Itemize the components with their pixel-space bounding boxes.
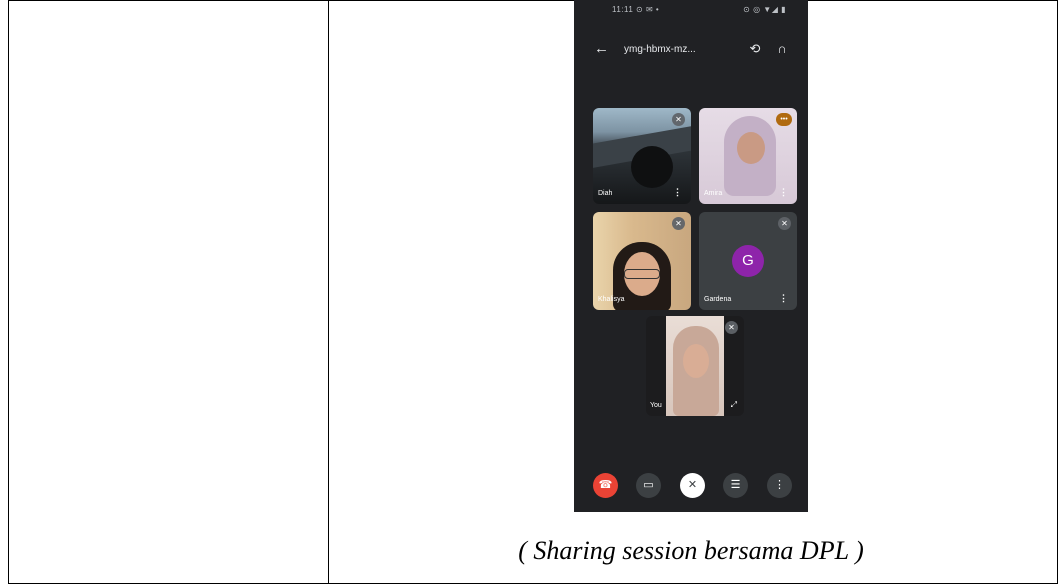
headphones-icon[interactable]: ∩ — [773, 40, 791, 58]
participant-name: You — [650, 402, 662, 409]
speaking-indicator-icon: ••• — [776, 113, 792, 126]
participant-tile[interactable]: ••• Amira ⋮ — [699, 108, 797, 204]
participant-silhouette — [631, 146, 673, 188]
participant-name: Khalisya — [598, 296, 625, 303]
mic-off-icon: ✕ — [778, 217, 791, 230]
participant-name: Diah — [598, 190, 613, 197]
participant-tile[interactable]: ✕ Diah ⋮ — [593, 108, 691, 204]
meeting-top-bar: ← ymg-hbmx-mz... ⟲ ∩ — [574, 36, 808, 64]
participant-face — [683, 344, 709, 378]
phone-screenshot: 11:11 ⊙ ✉ • ⊙ ◎ ▼◢ ▮ ← ymg-hbmx-mz... ⟲ … — [574, 0, 808, 512]
status-bar: 11:11 ⊙ ✉ • ⊙ ◎ ▼◢ ▮ — [574, 0, 808, 20]
self-view-tile[interactable]: ✕ You ⤢ — [646, 316, 744, 416]
more-options-icon[interactable]: ⋮ — [767, 473, 792, 498]
meeting-code[interactable]: ymg-hbmx-mz... — [624, 44, 696, 55]
call-controls: ☎ ▭ ✕ ☰ ⋮ — [574, 473, 808, 499]
figure-caption: ( Sharing session bersama DPL ) — [518, 536, 864, 565]
participant-tile[interactable]: G ✕ Gardena ⋮ — [699, 212, 797, 310]
mic-off-icon[interactable]: ✕ — [680, 473, 705, 498]
status-icons: ⊙ ◎ ▼◢ ▮ — [743, 5, 786, 14]
participant-name: Gardena — [704, 296, 732, 303]
end-call-icon[interactable]: ☎ — [593, 473, 618, 498]
document-table — [8, 0, 1058, 584]
mic-off-icon: ✕ — [725, 321, 738, 334]
participant-avatar: G — [732, 245, 764, 277]
captions-icon[interactable]: ☰ — [723, 473, 748, 498]
table-cell-left — [9, 1, 328, 583]
mic-off-icon: ✕ — [672, 113, 685, 126]
more-vert-icon[interactable]: ⋮ — [779, 187, 788, 198]
status-time: 11:11 ⊙ ✉ • — [612, 5, 660, 14]
share-screen-icon[interactable]: ⤢ — [731, 400, 737, 410]
switch-camera-icon[interactable]: ⟲ — [746, 40, 764, 58]
participant-face — [737, 132, 765, 164]
participant-tile[interactable]: ✕ Khalisya — [593, 212, 691, 310]
arrow-left-icon[interactable]: ← — [594, 40, 612, 58]
more-vert-icon[interactable]: ⋮ — [779, 293, 788, 304]
participant-glasses — [624, 269, 660, 279]
camera-icon[interactable]: ▭ — [636, 473, 661, 498]
participant-name: Amira — [704, 190, 723, 197]
more-vert-icon[interactable]: ⋮ — [673, 187, 682, 198]
mic-off-icon: ✕ — [672, 217, 685, 230]
